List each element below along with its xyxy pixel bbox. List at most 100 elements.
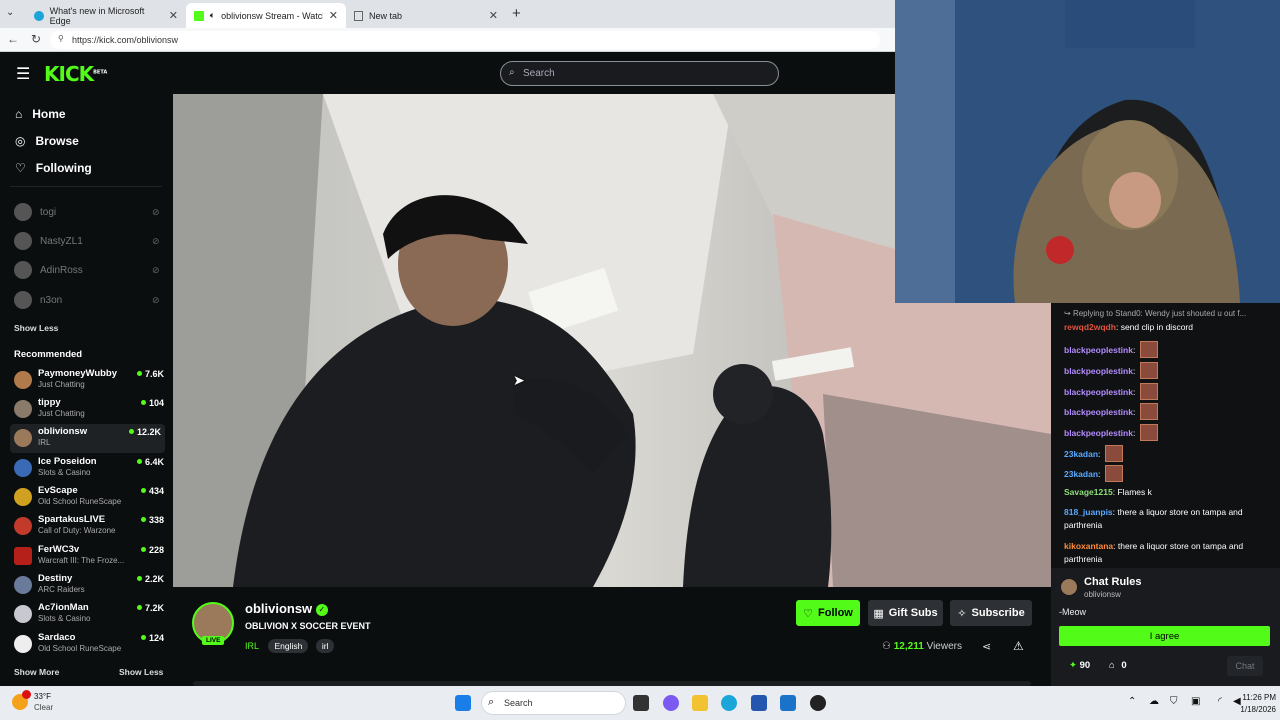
gift-subs-button[interactable]: ▦ Gift Subs — [868, 600, 943, 626]
sidebar-item-browse[interactable]: ◎ Browse — [15, 134, 79, 148]
weather-widget[interactable]: 33°F Clear — [12, 690, 72, 716]
channel-name: Ice Poseidon — [38, 456, 97, 467]
mouse-cursor-icon: ➤ — [513, 372, 525, 388]
sidebar-item-following[interactable]: ♡ Following — [15, 161, 92, 175]
recommended-channel[interactable]: EvScape Old School RuneScape 434 — [14, 483, 164, 512]
live-badge: LIVE — [202, 636, 225, 645]
recommended-channel[interactable]: Destiny ARC Raiders 2.2K — [14, 571, 164, 600]
share-icon[interactable]: ⋖ — [982, 640, 991, 653]
clock-date[interactable]: 1/18/2026 — [1230, 705, 1276, 714]
chat-message: 23kadan: — [1064, 445, 1274, 462]
logo-text: KICK — [44, 62, 94, 86]
nav-label: Home — [32, 107, 66, 121]
search-input[interactable]: ⌕ Search — [500, 61, 779, 86]
recommended-channel[interactable]: tippy Just Chatting 104 — [14, 395, 164, 424]
offline-channel[interactable]: NastyZL1 ⊘ — [14, 232, 164, 250]
tab-list-chevron-icon[interactable]: ⌄ — [6, 7, 14, 18]
search-placeholder: Search — [523, 68, 555, 79]
subscribe-button[interactable]: ✧ Subscribe — [950, 600, 1032, 626]
chat-username[interactable]: rewqd2wqdh — [1064, 322, 1116, 332]
recommended-channel[interactable]: Ice Poseidon Slots & Casino 6.4K — [14, 454, 164, 483]
channel-points[interactable]: ✦ 90 — [1069, 660, 1090, 671]
store-count: 0 — [1121, 660, 1127, 671]
task-view-icon[interactable] — [633, 695, 649, 711]
hamburger-menu-icon[interactable]: ☰ — [16, 64, 30, 84]
report-warning-icon[interactable]: ⚠ — [1013, 639, 1024, 653]
chat-rules-owner: oblivionsw — [1084, 590, 1121, 599]
notification-badge-icon — [22, 690, 31, 699]
viewer-count: 338 — [141, 515, 164, 525]
avatar — [1061, 579, 1077, 595]
chat-username[interactable]: 23kadan — [1064, 469, 1098, 479]
offline-icon: ⊘ — [152, 235, 160, 246]
recommended-channel[interactable]: Ac7ionMan Slots & Casino 7.2K — [14, 600, 164, 629]
tray-chevron-icon[interactable]: ⌃ — [1128, 696, 1136, 707]
offline-channel[interactable]: n3on ⊘ — [14, 291, 164, 309]
offline-channel[interactable]: togi ⊘ — [14, 203, 164, 221]
show-more-link[interactable]: Show More — [14, 667, 59, 677]
refresh-icon[interactable]: ↻ — [31, 32, 41, 46]
chat-username[interactable]: Savage1215 — [1064, 487, 1113, 497]
viewer-count: 7.2K — [137, 603, 164, 613]
category-link[interactable]: IRL — [245, 641, 259, 651]
channel-name: AdinRoss — [40, 264, 83, 276]
tray-shield-icon[interactable]: ⛉ — [1170, 696, 1178, 707]
recommended-channel[interactable]: PaymoneyWubby Just Chatting 7.6K — [14, 366, 164, 395]
channel-name[interactable]: oblivionsw ✓ — [245, 601, 328, 616]
close-tab-icon[interactable]: ✕ — [329, 9, 338, 22]
tab-kick-stream[interactable]: 🔈︎ oblivionsw Stream - Watch Li ✕ — [186, 3, 346, 28]
channel-name-text: oblivionsw — [245, 601, 313, 616]
tray-app-icon[interactable]: ☁ — [1149, 696, 1159, 707]
windows-start-icon[interactable] — [455, 695, 471, 711]
tab-new[interactable]: New tab ✕ — [346, 3, 506, 28]
file-explorer-icon[interactable] — [692, 695, 708, 711]
viewer-count: 228 — [141, 545, 164, 555]
tab-edge-news[interactable]: What's new in Microsoft Edge ✕ — [26, 3, 186, 28]
close-tab-icon[interactable]: ✕ — [489, 9, 498, 22]
recommended-channel[interactable]: SpartakusLIVE Call of Duty: Warzone 338 — [14, 512, 164, 541]
tag-chip[interactable]: English — [268, 639, 309, 653]
speaker-icon[interactable]: 🔈︎ — [210, 10, 215, 21]
tab-title: What's new in Microsoft Edge — [49, 5, 145, 26]
tab-title: oblivionsw Stream - Watch Li — [221, 10, 323, 21]
offline-channel[interactable]: AdinRoss ⊘ — [14, 261, 164, 279]
send-chat-button[interactable]: Chat — [1227, 656, 1263, 676]
site-info-icon[interactable]: ⚲ — [58, 34, 64, 43]
edge-icon[interactable] — [721, 695, 737, 711]
taskbar-search[interactable]: ⌕ Search — [481, 691, 626, 715]
back-arrow-icon[interactable]: ← — [7, 32, 19, 46]
chat-username[interactable]: blackpeoplestink — [1064, 345, 1133, 355]
offline-icon: ⊘ — [152, 264, 160, 275]
kick-header: ☰ KICKBETA ⌕ Search — [0, 52, 896, 94]
kick-logo[interactable]: KICKBETA — [44, 62, 107, 86]
store-button[interactable]: ⌂ 0 — [1109, 660, 1127, 671]
show-less-top-link[interactable]: Show Less — [14, 323, 58, 333]
copilot-icon[interactable] — [663, 695, 679, 711]
clock-time[interactable]: 11:26 PM — [1234, 693, 1276, 702]
chat-username[interactable]: blackpeoplestink — [1064, 366, 1133, 376]
chat-username[interactable]: 23kadan — [1064, 449, 1098, 459]
chat-username[interactable]: kikoxantana — [1064, 541, 1113, 551]
tray-app-icon[interactable]: ▣ — [1191, 696, 1200, 707]
wifi-icon[interactable]: ◜ — [1218, 696, 1222, 707]
recommended-channel-active[interactable]: oblivionsw IRL 12.2K — [10, 424, 165, 453]
chat-username[interactable]: 818_juanpis — [1064, 507, 1113, 517]
follow-button[interactable]: ♡ Follow — [796, 600, 860, 626]
outlook-icon[interactable] — [780, 695, 796, 711]
sidebar-item-home[interactable]: ⌂ Home — [15, 107, 66, 121]
agree-button[interactable]: I agree — [1059, 626, 1270, 646]
chat-username[interactable]: blackpeoplestink — [1064, 407, 1133, 417]
chat-username[interactable]: blackpeoplestink — [1064, 387, 1133, 397]
channel-name: NastyZL1 — [40, 235, 83, 247]
recommended-channel[interactable]: FerWC3v Warcraft III: The Froze... 228 — [14, 542, 164, 571]
store-icon[interactable] — [751, 695, 767, 711]
show-less-link[interactable]: Show Less — [119, 667, 163, 677]
tag-chip[interactable]: irl — [315, 639, 335, 653]
recommended-channel[interactable]: Sardaco Old School RuneScape 124 — [14, 630, 164, 659]
chat-username[interactable]: blackpeoplestink — [1064, 428, 1133, 438]
url-field[interactable]: ⚲ https://kick.com/oblivionsw — [50, 31, 880, 49]
close-tab-icon[interactable]: ✕ — [169, 9, 178, 22]
new-tab-plus-icon[interactable]: + — [512, 5, 521, 22]
browser-tab-bar: ⌄ What's new in Microsoft Edge ✕ 🔈︎ obli… — [0, 0, 896, 28]
app-icon[interactable] — [810, 695, 826, 711]
